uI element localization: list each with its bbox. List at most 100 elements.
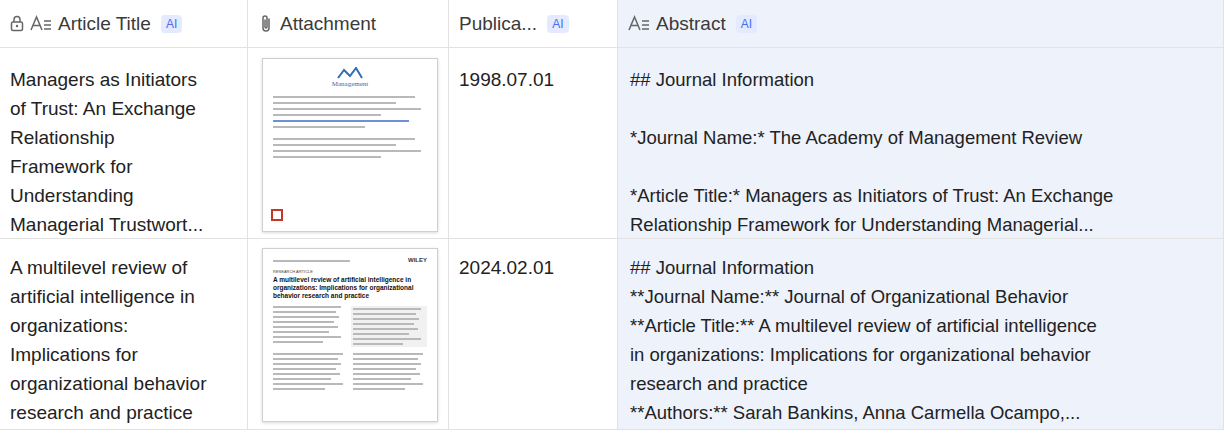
text-line xyxy=(353,378,411,380)
page-column xyxy=(273,306,345,347)
page-text xyxy=(273,96,427,128)
publisher-logo: WILEY xyxy=(408,257,427,264)
header-row: Article Title AI Attachment Publica... A… xyxy=(0,0,1224,48)
column-header[interactable]: Attachment xyxy=(248,0,449,48)
text-line xyxy=(353,358,418,360)
title-line: Managerial Trustwort... xyxy=(10,210,237,239)
title-line: organizational behavior xyxy=(10,369,237,398)
attachment-thumbnail[interactable]: WILEY RESEARCH ARTICLE A multilevel revi… xyxy=(262,248,438,422)
page-column xyxy=(273,353,347,390)
column-label: Article Title xyxy=(58,13,151,35)
abstract-line: *Article Title:* Managers as Initiators … xyxy=(630,181,1217,210)
title-line: Managers as Initiators xyxy=(10,65,237,94)
text-line xyxy=(353,328,418,330)
lock-icon xyxy=(10,15,24,32)
text-line xyxy=(273,311,336,313)
abstract-cell[interactable]: ## Journal Information**Journal Name:** … xyxy=(618,239,1224,430)
column-label: Attachment xyxy=(280,13,376,35)
paper-title: A multilevel review of artificial intell… xyxy=(273,276,427,300)
journal-logo: Management xyxy=(273,67,427,88)
column-header[interactable]: Publica... AI xyxy=(449,0,618,48)
page-text xyxy=(273,138,427,158)
date-text: 2024.02.01 xyxy=(459,253,607,282)
date-cell[interactable]: 2024.02.01 xyxy=(449,239,618,430)
title-cell[interactable]: A multilevel review ofartificial intelli… xyxy=(0,239,248,430)
text-line xyxy=(273,341,323,343)
title-cell[interactable]: Managers as Initiatorsof Trust: An Excha… xyxy=(0,48,248,239)
text-line xyxy=(353,338,421,340)
text-line xyxy=(273,388,325,390)
text-line xyxy=(353,313,416,315)
ai-badge: AI xyxy=(161,15,182,33)
table-row[interactable]: Managers as Initiatorsof Trust: An Excha… xyxy=(0,48,1224,239)
section-label: RESEARCH ARTICLE xyxy=(273,269,427,274)
text-line xyxy=(273,373,340,375)
ai-badge: AI xyxy=(736,15,757,33)
column-label: Publica... xyxy=(459,13,537,35)
title-line: research and practice xyxy=(10,398,237,427)
abstract-line: **Authors:** Sarah Bankins, Anna Carmell… xyxy=(630,398,1217,427)
jstor-logo-icon xyxy=(271,209,283,221)
title-line: artificial intelligence in xyxy=(10,282,237,311)
title-line: Understanding xyxy=(10,181,237,210)
text-line xyxy=(353,343,403,345)
text-line xyxy=(273,114,381,116)
title-line: Framework for xyxy=(10,152,237,181)
text-line xyxy=(273,363,341,365)
page-columns xyxy=(273,353,427,390)
text-line xyxy=(353,333,409,335)
column-header[interactable]: Article Title AI xyxy=(0,0,248,48)
table-row[interactable]: A multilevel review ofartificial intelli… xyxy=(0,239,1224,430)
attachment-thumbnail[interactable]: Management xyxy=(262,58,438,232)
title-line: Implications for xyxy=(10,340,237,369)
text-line xyxy=(273,108,421,110)
abstract-box xyxy=(351,306,427,347)
ai-badge: AI xyxy=(547,15,568,33)
text-field-icon xyxy=(30,15,52,32)
abstract-cell[interactable]: ## Journal Information *Journal Name:* Th… xyxy=(618,48,1224,239)
text-line xyxy=(273,326,338,328)
logo-text: Management xyxy=(332,80,369,88)
text-line xyxy=(353,353,423,355)
text-line xyxy=(273,331,329,333)
text-line xyxy=(273,126,365,128)
text-line xyxy=(273,358,338,360)
date-text: 1998.07.01 xyxy=(459,65,607,94)
text-line xyxy=(273,336,341,338)
title-line: organizations: xyxy=(10,311,237,340)
abstract-line: ## Journal Information xyxy=(630,253,1217,282)
column-label: Abstract xyxy=(656,13,726,35)
page-head: WILEY xyxy=(273,257,427,264)
abstract-line: ## Journal Information xyxy=(630,65,1217,94)
paperclip-icon xyxy=(258,14,274,34)
column-header[interactable]: Abstract AI xyxy=(618,0,1224,48)
text-line xyxy=(273,96,415,98)
text-line xyxy=(273,368,336,370)
text-line xyxy=(353,383,423,385)
text-line xyxy=(273,378,331,380)
date-cell[interactable]: 1998.07.01 xyxy=(449,48,618,239)
text-line xyxy=(273,102,396,104)
text-line xyxy=(273,306,341,308)
title-line: Relationship xyxy=(10,123,237,152)
text-line xyxy=(273,383,343,385)
text-line xyxy=(273,144,396,146)
abstract-line: *Journal Name:* The Academy of Managemen… xyxy=(630,123,1217,152)
text-field-icon xyxy=(628,15,650,32)
data-table: Article Title AI Attachment Publica... A… xyxy=(0,0,1224,430)
attachment-cell[interactable]: Management xyxy=(248,48,449,239)
text-line xyxy=(353,368,416,370)
title-line: A multilevel review of xyxy=(10,253,237,282)
text-line xyxy=(353,318,419,320)
page-columns xyxy=(273,306,427,347)
abstract-line: Relationship Framework for Understanding… xyxy=(630,210,1217,239)
text-line xyxy=(273,260,350,262)
attachment-cell[interactable]: WILEY RESEARCH ARTICLE A multilevel revi… xyxy=(248,239,449,430)
abstract-line: in organizations: Implications for organ… xyxy=(630,340,1217,369)
text-line xyxy=(353,363,421,365)
abstract-line: **Journal Name:** Journal of Organizatio… xyxy=(630,282,1217,311)
title-line: of Trust: An Exchange xyxy=(10,94,237,123)
text-line xyxy=(273,138,415,140)
